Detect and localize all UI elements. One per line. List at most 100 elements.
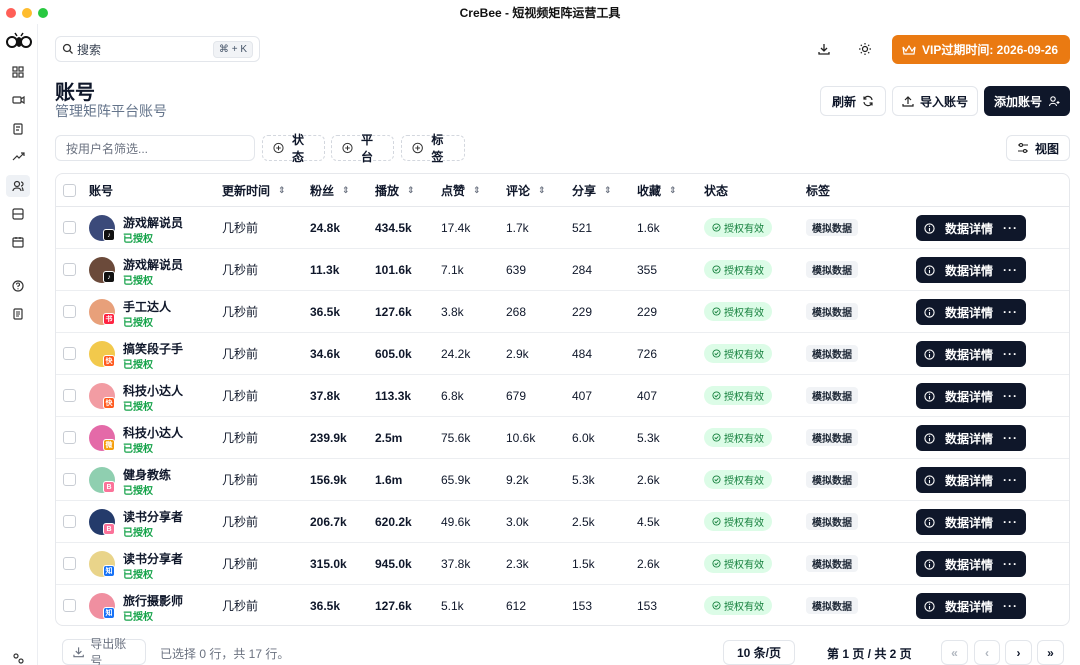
status-badge: 授权有效 — [704, 554, 772, 573]
cell-shares: 6.0k — [572, 430, 595, 445]
account-name: 搞笑段子手 — [123, 342, 184, 356]
table-row[interactable]: 书手工达人 已授权 几秒前 36.5k 127.6k 3.8k 268 229 229 授权有效 模… — [56, 291, 1069, 333]
data-detail-button[interactable]: 数据详情 ··· — [916, 509, 1026, 535]
table-row[interactable]: B 读书分享者 已授权 几秒前 206.7k 620.2k 49.6k 3.0k 2.5k 4.5… — [56, 501, 1069, 543]
row-checkbox[interactable] — [63, 305, 76, 318]
column-shares[interactable]: 分享 ⇕ — [572, 174, 612, 206]
row-checkbox[interactable] — [63, 431, 76, 444]
more-actions-icon[interactable]: ··· — [1003, 389, 1018, 403]
cell-time: 几秒前 — [222, 389, 259, 403]
video-icon[interactable] — [10, 92, 26, 108]
status-filter-button[interactable]: 状态 — [262, 133, 325, 164]
more-actions-icon[interactable]: ··· — [1003, 473, 1018, 487]
more-actions-icon[interactable]: ··· — [1003, 347, 1018, 361]
data-detail-button[interactable]: 数据详情 ··· — [916, 551, 1026, 577]
column-likes[interactable]: 点赞 ⇕ — [441, 174, 481, 206]
column-favorites[interactable]: 收藏 ⇕ — [637, 174, 677, 206]
data-detail-button[interactable]: 数据详情 ··· — [916, 593, 1026, 619]
sort-icon: ⇕ — [669, 184, 677, 195]
more-actions-icon[interactable]: ··· — [1003, 431, 1018, 445]
data-detail-button[interactable]: 数据详情 ··· — [916, 257, 1026, 283]
tags-filter-button[interactable]: 标签 — [401, 133, 465, 164]
minimize-window-button[interactable] — [22, 8, 32, 18]
data-detail-button[interactable]: 数据详情 ··· — [916, 383, 1026, 409]
download-icon[interactable] — [815, 40, 833, 58]
table-row[interactable]: ♪ 游戏解说员 已授权 几秒前 24.8k 434.5k 17.4k 1.7k 521 1.6k 授… — [56, 207, 1069, 249]
vip-label: VIP过期时间: 2026-09-26 — [922, 43, 1059, 57]
export-accounts-button[interactable]: 导出账号 — [62, 637, 146, 665]
vip-expiry-button[interactable]: VIP过期时间: 2026-09-26 — [892, 35, 1070, 64]
refresh-button[interactable]: 刷新 — [820, 86, 886, 116]
last-page-button[interactable]: » — [1037, 640, 1064, 665]
table-row[interactable]: 快搞笑段子手 已授权 几秒前 34.6k 605.0k 24.2k 2.9k 484 726 授权… — [56, 333, 1069, 375]
table-row[interactable]: 知读书分享者 已授权 几秒前 315.0k 945.0k 37.8k 2.3k 1.5k 2.6… — [56, 543, 1069, 585]
import-accounts-button[interactable]: 导入账号 — [892, 86, 978, 116]
zhihu-platform-icon: 知 — [103, 607, 115, 619]
users-icon[interactable] — [6, 175, 30, 197]
data-detail-button[interactable]: 数据详情 ··· — [916, 467, 1026, 493]
more-actions-icon[interactable]: ··· — [1003, 263, 1018, 277]
table-row[interactable]: 微科技小达人 已授权 几秒前 239.9k 2.5m 75.6k 10.6k 6.0k 5.3k… — [56, 417, 1069, 459]
select-all-checkbox[interactable] — [63, 183, 76, 197]
user-settings-icon[interactable] — [10, 650, 26, 665]
table-row[interactable]: 快科技小达人 已授权 几秒前 37.8k 113.3k 6.8k 679 407 407 授权有效… — [56, 375, 1069, 417]
page-size-select[interactable]: 10 条/页 — [723, 640, 795, 665]
cell-favs: 229 — [637, 304, 658, 319]
zhihu-platform-icon: 知 — [103, 565, 115, 577]
column-account: 账号 — [89, 183, 114, 198]
cell-likes: 6.8k — [441, 388, 464, 403]
add-account-button[interactable]: 添加账号 — [984, 86, 1070, 116]
account-name: 手工达人 — [123, 300, 172, 314]
first-page-button[interactable]: « — [941, 640, 968, 665]
platform-filter-button[interactable]: 平台 — [331, 133, 394, 164]
cell-fans: 206.7k — [310, 514, 347, 529]
plus-circle-icon — [342, 142, 353, 154]
username-filter-input[interactable]: 按用户名筛选... — [55, 135, 255, 161]
row-checkbox[interactable] — [63, 263, 76, 276]
row-checkbox[interactable] — [63, 599, 76, 612]
table-row[interactable]: B 健身教练 已授权 几秒前 156.9k 1.6m 65.9k 9.2k 5.3k 2.6k 授权… — [56, 459, 1069, 501]
more-actions-icon[interactable]: ··· — [1003, 599, 1018, 613]
row-checkbox[interactable] — [63, 347, 76, 360]
row-checkbox[interactable] — [63, 557, 76, 570]
table-row[interactable]: ♪ 游戏解说员 已授权 几秒前 11.3k 101.6k 7.1k 639 284 355 授权有效… — [56, 249, 1069, 291]
next-page-button[interactable]: › — [1005, 640, 1032, 665]
cell-shares: 153 — [572, 598, 593, 613]
data-detail-button[interactable]: 数据详情 ··· — [916, 299, 1026, 325]
theme-toggle-icon[interactable] — [856, 40, 874, 58]
calendar-icon[interactable] — [10, 234, 26, 250]
close-window-button[interactable] — [6, 8, 16, 18]
table-row[interactable]: 知旅行摄影师 已授权 几秒前 36.5k 127.6k 5.1k 612 153 153 授权有效… — [56, 585, 1069, 625]
cell-favs: 153 — [637, 598, 658, 613]
column-comments[interactable]: 评论 ⇕ — [506, 174, 546, 206]
cell-plays: 127.6k — [375, 304, 412, 319]
account-name: 游戏解说员 — [123, 258, 184, 272]
column-plays[interactable]: 播放 ⇕ — [375, 174, 415, 206]
more-actions-icon[interactable]: ··· — [1003, 515, 1018, 529]
help-icon[interactable] — [10, 278, 26, 294]
more-actions-icon[interactable]: ··· — [1003, 305, 1018, 319]
cell-time: 几秒前 — [222, 557, 259, 571]
row-checkbox[interactable] — [63, 221, 76, 234]
trending-icon[interactable] — [10, 148, 26, 164]
prev-page-button[interactable]: ‹ — [974, 640, 1000, 665]
column-fans[interactable]: 粉丝 ⇕ — [310, 174, 350, 206]
more-actions-icon[interactable]: ··· — [1003, 221, 1018, 235]
search-box[interactable]: 搜索 ⌘ + K — [55, 36, 260, 62]
row-checkbox[interactable] — [63, 389, 76, 402]
more-actions-icon[interactable]: ··· — [1003, 557, 1018, 571]
server-icon[interactable] — [10, 206, 26, 222]
zoom-window-button[interactable] — [38, 8, 48, 18]
row-checkbox[interactable] — [63, 515, 76, 528]
row-checkbox[interactable] — [63, 473, 76, 486]
tag-badge: 模拟数据 — [806, 429, 858, 446]
document-icon[interactable] — [10, 306, 26, 322]
data-detail-button[interactable]: 数据详情 ··· — [916, 425, 1026, 451]
data-detail-button[interactable]: 数据详情 ··· — [916, 341, 1026, 367]
view-options-button[interactable]: 视图 — [1006, 135, 1070, 161]
data-detail-button[interactable]: 数据详情 ··· — [916, 215, 1026, 241]
tag-badge: 模拟数据 — [806, 555, 858, 572]
column-updated[interactable]: 更新时间 ⇕ — [222, 174, 286, 206]
grid-icon[interactable] — [10, 64, 26, 80]
clipboard-icon[interactable] — [10, 120, 26, 136]
